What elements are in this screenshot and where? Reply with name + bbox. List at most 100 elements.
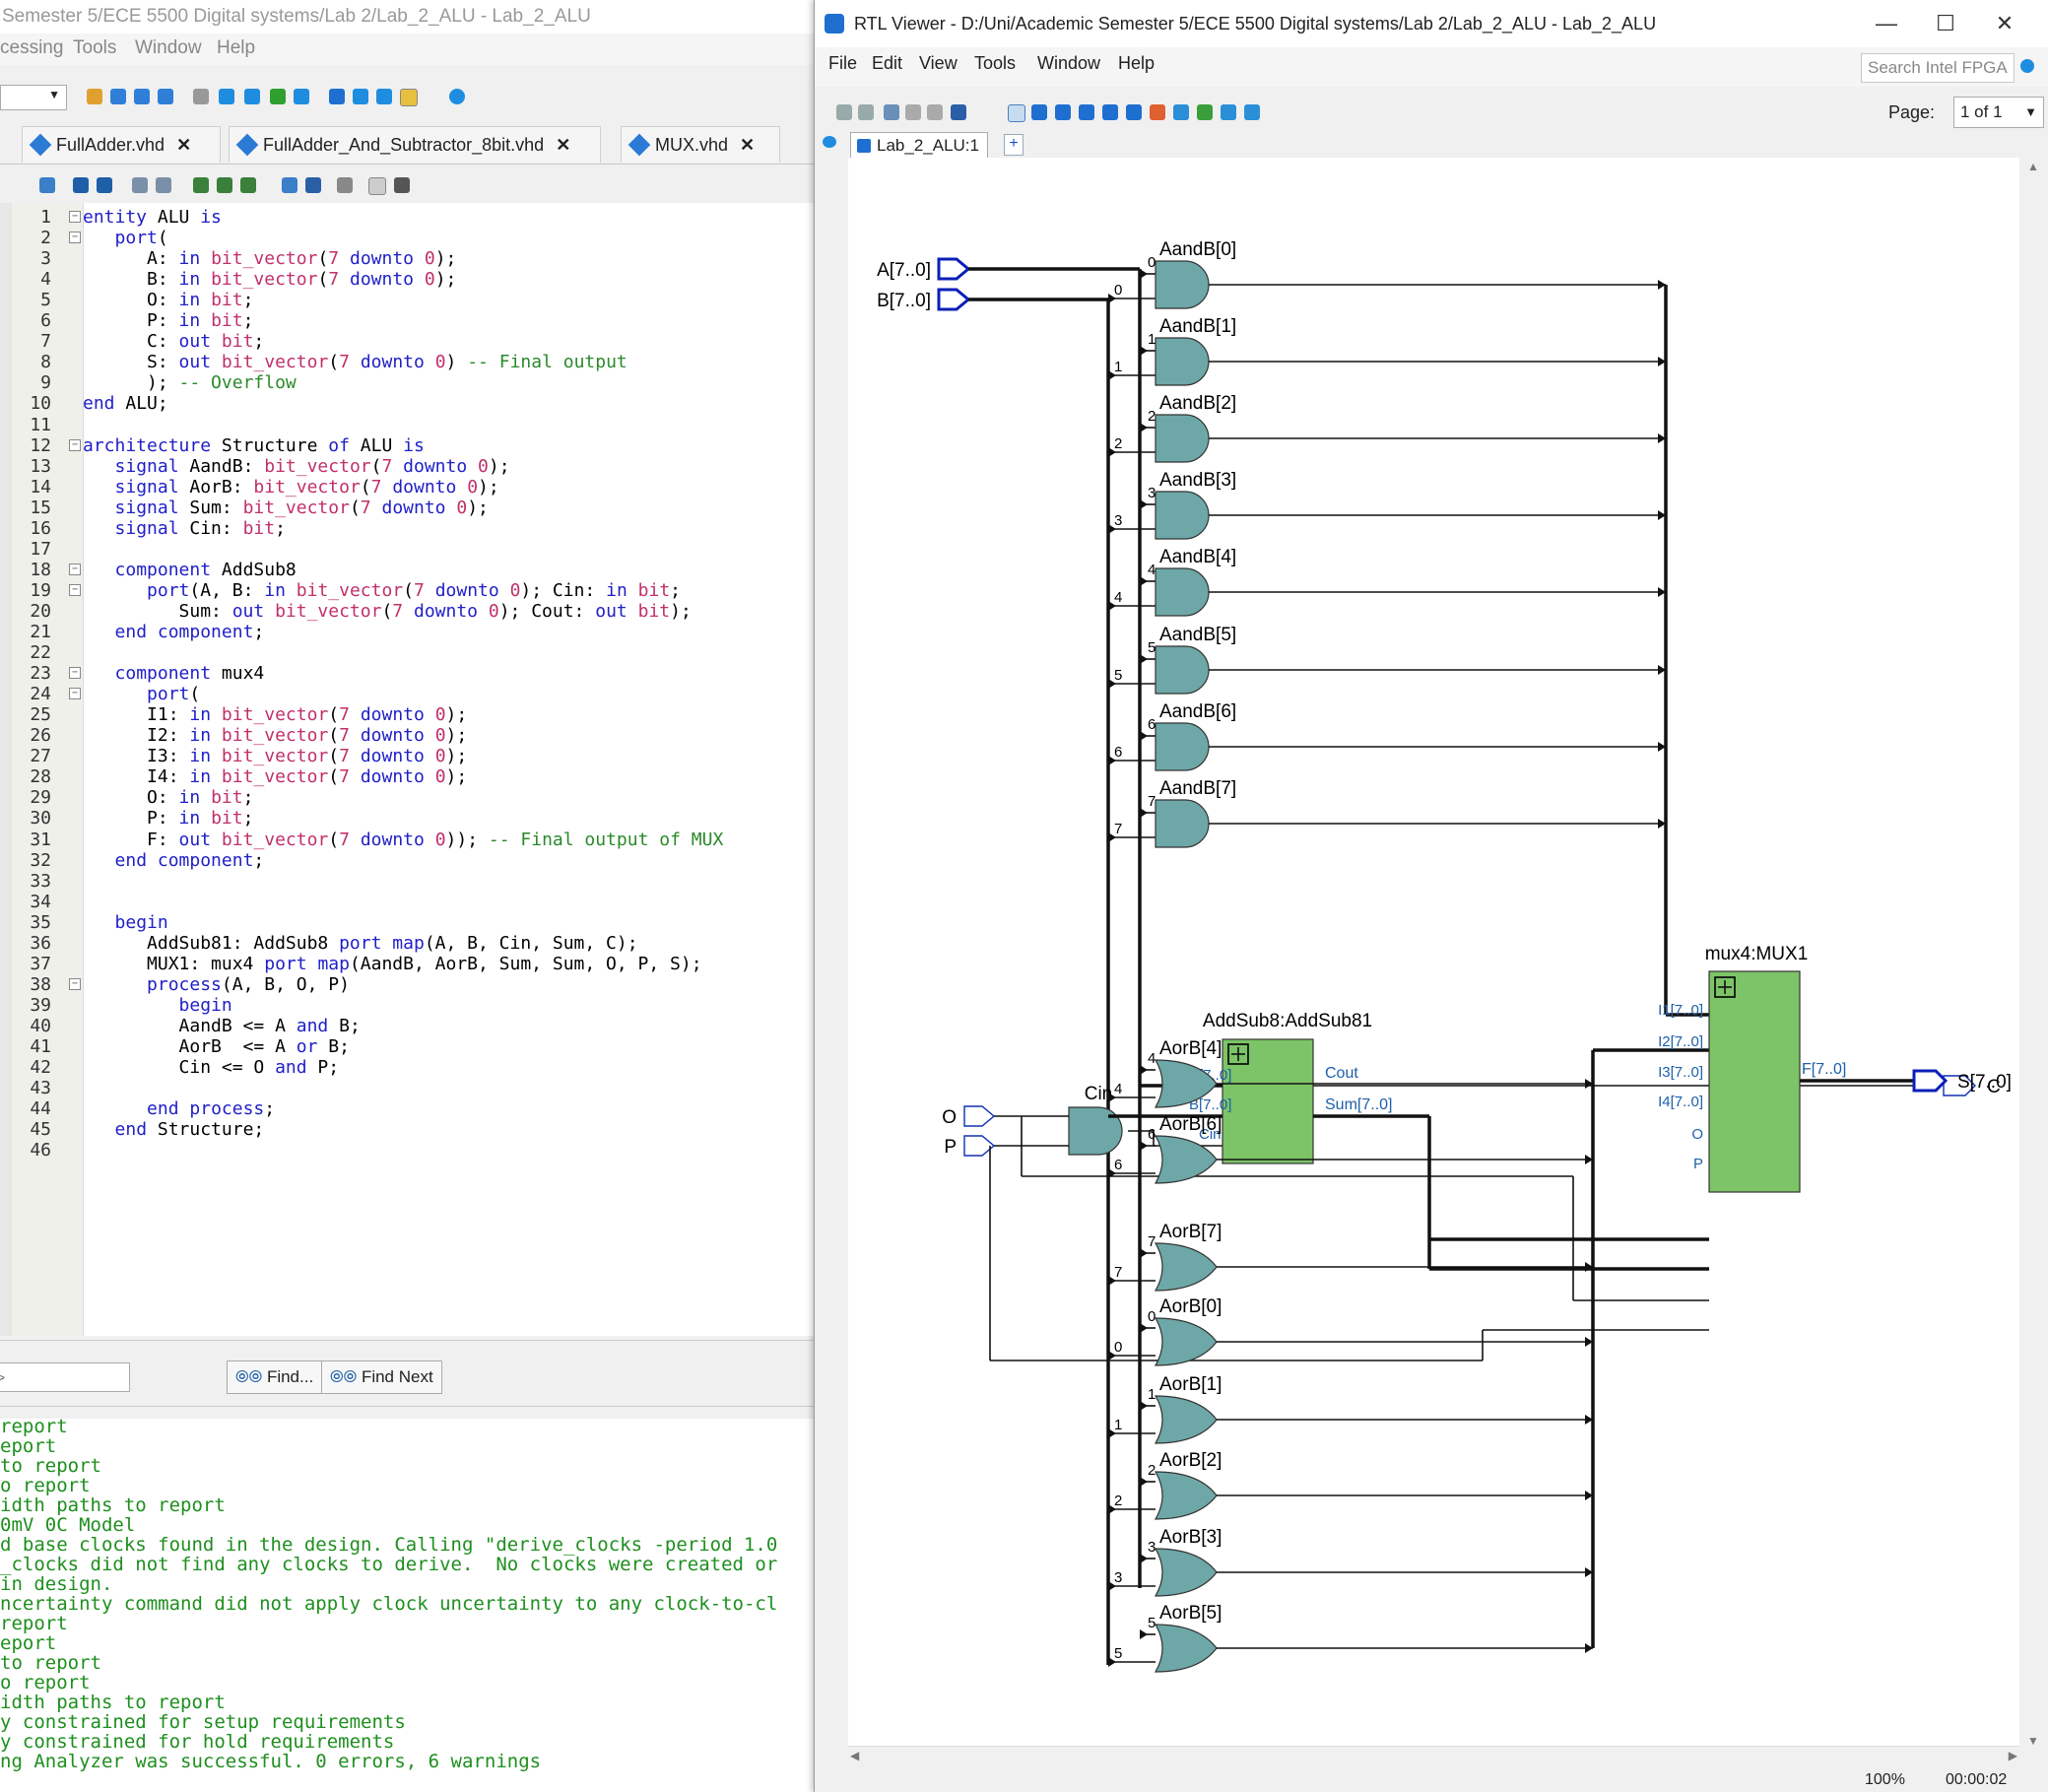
code-line[interactable]: 32 end component; (0, 850, 814, 871)
and-gate[interactable] (1155, 722, 1210, 771)
code-line[interactable]: 14 signal AorB: bit_vector(7 downto 0); (0, 477, 814, 498)
toolbar-combo[interactable]: ▼ (0, 85, 67, 110)
schematic-canvas[interactable]: A[7..0] B[7..0] 0 0 AandB[0] 1 1 AandB[1] 2 2 Aand… (848, 158, 2019, 1750)
fit-icon[interactable] (1055, 104, 1071, 120)
hand-icon[interactable] (1079, 104, 1094, 120)
timing-icon[interactable] (270, 89, 286, 104)
comment-icon[interactable] (282, 177, 297, 193)
code-line[interactable]: 20 Sum: out bit_vector(7 downto 0); Cout… (0, 601, 814, 622)
code-line[interactable]: 44 end process; (0, 1098, 814, 1119)
code-line[interactable]: 34 (0, 892, 814, 912)
code-line[interactable]: 27 I3: in bit_vector(7 downto 0); (0, 746, 814, 766)
find-icon[interactable] (951, 104, 966, 120)
scroll-up-icon[interactable]: ▲ (2027, 160, 2039, 173)
or-gate[interactable] (1154, 1471, 1218, 1520)
code-line[interactable]: 24 − port( (0, 684, 814, 704)
scroll-left-icon[interactable]: ◀ (850, 1749, 859, 1762)
code-line[interactable]: 40 AandB <= A and B; (0, 1016, 814, 1036)
vertical-scrollbar[interactable]: ▲ ▼ (2021, 158, 2045, 1750)
fold-icon[interactable]: − (69, 438, 81, 451)
search-icon[interactable] (2020, 59, 2034, 73)
up-icon[interactable] (905, 104, 921, 120)
input-port-a[interactable] (937, 257, 971, 281)
code-line[interactable]: 33 (0, 871, 814, 892)
or-gate[interactable] (1154, 1242, 1218, 1292)
code-line[interactable]: 45 end Structure; (0, 1119, 814, 1140)
forward-icon[interactable] (858, 104, 874, 120)
cin-gate[interactable] (1068, 1106, 1123, 1156)
fitter-icon[interactable] (244, 89, 260, 104)
output-port-s[interactable] (1912, 1069, 1949, 1093)
code-line[interactable]: 42 Cin <= O and P; (0, 1057, 814, 1078)
template-icon[interactable] (337, 177, 353, 193)
back-icon[interactable] (836, 104, 852, 120)
goto-icon[interactable] (97, 177, 112, 193)
fold-icon[interactable]: − (69, 688, 81, 700)
code-line[interactable]: 5 O: in bit; (0, 290, 814, 310)
menu-view[interactable]: View (919, 53, 958, 74)
and-gate[interactable] (1155, 414, 1210, 463)
bookmark-icon[interactable] (193, 177, 209, 193)
code-line[interactable]: 25 I1: in bit_vector(7 downto 0); (0, 704, 814, 725)
code-line[interactable]: 46 (0, 1140, 814, 1161)
and-gate[interactable] (1155, 567, 1210, 617)
scroll-down-icon[interactable]: ▼ (2027, 1734, 2039, 1748)
addsub-block[interactable] (1222, 1038, 1314, 1164)
menu-help[interactable]: Help (1118, 53, 1155, 74)
menu-edit[interactable]: Edit (872, 53, 902, 74)
code-line[interactable]: 29 O: in bit; (0, 787, 814, 808)
or-gate[interactable] (1154, 1395, 1218, 1444)
mux-block[interactable] (1708, 970, 1801, 1193)
find-next-button[interactable]: ⦾⦾ Find Next (321, 1361, 442, 1394)
menu-window[interactable]: Window (1037, 53, 1100, 74)
close-icon[interactable]: ✕ (1975, 0, 2034, 47)
window-icon[interactable] (39, 177, 55, 193)
code-line[interactable]: 8 S: out bit_vector(7 downto 0) -- Final… (0, 352, 814, 372)
close-icon[interactable]: ✕ (556, 135, 570, 155)
code-line[interactable]: 15 signal Sum: bit_vector(7 downto 0); (0, 498, 814, 518)
code-line[interactable]: 22 (0, 642, 814, 663)
code-line[interactable]: 26 I2: in bit_vector(7 downto 0); (0, 725, 814, 746)
menu-tools[interactable]: Tools (974, 53, 1016, 74)
close-icon[interactable]: ✕ (176, 135, 191, 155)
input-port-b[interactable] (937, 288, 971, 311)
stop-icon[interactable] (193, 89, 209, 104)
tab-fulladder[interactable]: FullAdder.vhd ✕ (22, 126, 221, 163)
and-gate[interactable] (1155, 799, 1210, 848)
tab-mux[interactable]: MUX.vhd ✕ (621, 126, 780, 163)
close-icon[interactable]: ✕ (740, 135, 755, 155)
code-line[interactable]: 17 (0, 539, 814, 560)
rtl-viewer-icon[interactable] (400, 89, 418, 106)
chat-icon[interactable] (449, 89, 465, 104)
code-line[interactable]: 38 − process(A, B, O, P) (0, 974, 814, 995)
assembler-icon[interactable] (294, 89, 309, 104)
zoom-icon[interactable] (1031, 104, 1047, 120)
menu-processing[interactable]: cessing (0, 37, 63, 59)
code-line[interactable]: 43 (0, 1078, 814, 1098)
horizontal-scrollbar[interactable]: ◀ ▶ (848, 1746, 2019, 1766)
start-icon[interactable] (219, 89, 234, 104)
find-button[interactable]: ⦾⦾ Find... (227, 1361, 323, 1394)
code-line[interactable]: 3 A: in bit_vector(7 downto 0); (0, 248, 814, 269)
find-icon[interactable] (73, 177, 89, 193)
code-line[interactable]: 41 AorB <= A or B; (0, 1036, 814, 1057)
tab-lab2-alu[interactable]: Lab_2_ALU:1 (850, 132, 988, 159)
fold-icon[interactable]: − (69, 977, 81, 990)
code-line[interactable]: 13 signal AandB: bit_vector(7 downto 0); (0, 456, 814, 477)
scroll-right-icon[interactable]: ▶ (2009, 1749, 2017, 1762)
minimize-icon[interactable]: — (1857, 0, 1916, 47)
or-gate[interactable] (1154, 1548, 1218, 1597)
tab-fulladder-subtractor[interactable]: FullAdder_And_Subtractor_8bit.vhd ✕ (229, 126, 601, 163)
menu-file[interactable]: File (828, 53, 857, 74)
and-gate[interactable] (1155, 491, 1210, 540)
indent-icon[interactable] (132, 177, 148, 193)
fold-icon[interactable]: − (69, 583, 81, 596)
refresh-icon[interactable] (884, 104, 899, 120)
rtl-schematic[interactable]: A[7..0]B[7..0]00AandB[0]11AandB[1]22Aand… (848, 158, 2019, 1750)
fold-icon[interactable]: − (69, 211, 81, 223)
code-line[interactable]: 9 ); -- Overflow (0, 372, 814, 393)
and-gate[interactable] (1155, 337, 1210, 386)
fold-icon[interactable]: − (69, 232, 81, 244)
code-line[interactable]: 7 C: out bit; (0, 331, 814, 352)
globe-icon[interactable] (329, 89, 345, 104)
